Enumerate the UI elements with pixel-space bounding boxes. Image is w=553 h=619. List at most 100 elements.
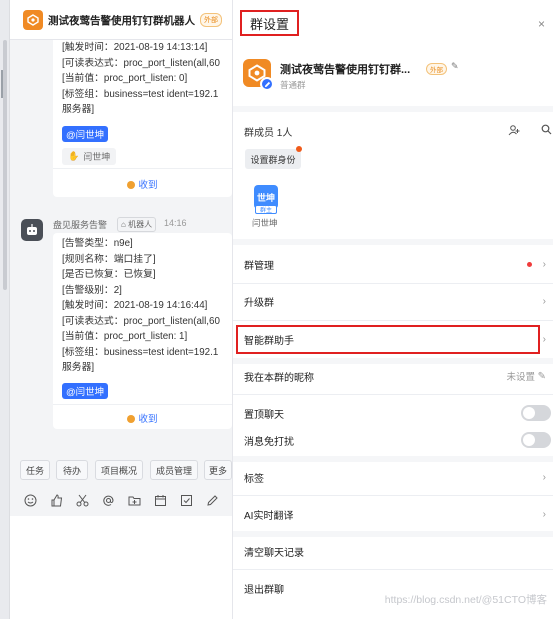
row-label: 我在本群的昵称 — [244, 372, 314, 384]
reaction-user: 闫世坤 — [83, 151, 111, 162]
owner-badge: 群主 — [255, 205, 277, 214]
toolbar-more[interactable]: 更多 — [204, 460, 232, 480]
input-toolbar — [10, 492, 232, 512]
toolbar-task[interactable]: 任务 — [20, 460, 50, 480]
chat-title: 测试夜莺告警使用钉钉群机器人 — [48, 15, 195, 27]
row-label: 置顶聊天 — [244, 409, 284, 421]
close-icon[interactable]: × — [538, 17, 545, 31]
set-role-button[interactable]: 设置群身份 — [245, 149, 301, 169]
section-divider — [233, 239, 553, 245]
row-clear-history[interactable]: 清空聊天记录 — [233, 541, 553, 561]
row-nickname[interactable]: 我在本群的昵称 未设置 ✎ — [233, 366, 553, 386]
notification-dot — [296, 146, 302, 152]
folder-add-icon[interactable] — [126, 492, 142, 508]
panel-title: 群设置 — [249, 16, 289, 32]
hand-icon: ✋ — [68, 150, 80, 161]
mention-chip[interactable]: @闫世坤 — [62, 382, 109, 399]
divider — [233, 394, 553, 395]
mention-chip[interactable]: @闫世坤 — [62, 125, 109, 142]
row-label: AI实时翻译 — [244, 510, 294, 522]
message-input[interactable] — [10, 516, 232, 619]
toggle-knob — [523, 407, 535, 419]
row-group-manage[interactable]: 群管理 › — [233, 254, 553, 274]
calendar-icon[interactable] — [152, 492, 168, 508]
edit-icon[interactable]: ✎ — [451, 61, 459, 72]
received-icon — [127, 415, 136, 423]
assistant-highlight-box — [236, 325, 540, 354]
watermark: https://blog.csdn.net/@51CTO博客 — [384, 594, 547, 606]
message-line: 服务器] — [62, 362, 95, 373]
search-icon[interactable] — [541, 124, 552, 138]
toolbar-members[interactable]: 成员管理 — [150, 460, 198, 480]
group-avatar[interactable] — [23, 10, 43, 30]
pin-toggle[interactable] — [521, 405, 551, 421]
message-line: [触发时间：2021-08-19 14:16:44] — [62, 300, 208, 311]
received-icon — [127, 181, 136, 189]
edit-icon: ✎ — [537, 370, 546, 382]
chat-area: 测试夜莺告警使用钉钉群机器人 外部 [触发时间：2021-08-19 14:13… — [0, 0, 232, 619]
chevron-right-icon: › — [542, 508, 546, 520]
group-settings-panel: 群设置 × 测试夜莺告警使用钉钉群... 外部 ✎ 普通群 群成员 1人 设置群… — [232, 0, 553, 619]
reaction-chip[interactable]: ✋ 闫世坤 — [62, 147, 117, 165]
message-line: [当前值：proc_port_listen: 1] — [62, 331, 188, 342]
message-time: 14:16 — [164, 218, 187, 228]
title-highlight-box: 群设置 — [240, 10, 299, 36]
message-card: [触发时间：2021-08-19 14:13:14] [可读表达式：proc_p… — [53, 40, 232, 197]
message-line: [告警类型：n9e] — [62, 238, 133, 249]
message-line: [规则名称：端口挂了] — [62, 253, 156, 265]
divider — [233, 320, 553, 321]
edit-icon[interactable] — [204, 492, 220, 508]
group-type: 普通群 — [280, 80, 306, 90]
robot-icon: ⌂ — [121, 220, 126, 229]
row-label: 清空聊天记录 — [244, 547, 304, 559]
external-badge: 外部 — [200, 13, 222, 27]
received-status[interactable]: 收到 — [53, 411, 232, 425]
section-divider — [233, 531, 553, 537]
message-text: [告警类型：n9e] [规则名称：端口挂了] [是否已恢复：已恢复] [告警级别… — [53, 233, 232, 376]
row-label: 退出群聊 — [244, 584, 284, 596]
section-divider — [233, 106, 553, 112]
check-square-icon[interactable] — [178, 492, 194, 508]
divider — [53, 404, 232, 405]
section-divider — [233, 456, 553, 462]
chat-header: 测试夜莺告警使用钉钉群机器人 外部 — [10, 0, 232, 40]
row-ai-translate[interactable]: AI实时翻译 › — [233, 504, 553, 524]
member-name: 闫世坤 — [252, 218, 278, 228]
message-line: 服务器] — [62, 104, 95, 115]
message-line: [是否已恢复：已恢复] — [62, 269, 156, 280]
message-line: [当前值：proc_port_listen: 0] — [62, 73, 188, 84]
avatar-edit-icon[interactable] — [260, 77, 274, 91]
toolbar-project[interactable]: 项目概况 — [95, 460, 143, 480]
left-sidebar-edge — [0, 0, 10, 619]
nickname-value: 未设置 — [506, 372, 535, 383]
row-label: 消息免打扰 — [244, 436, 294, 448]
divider — [233, 495, 553, 496]
chevron-right-icon: › — [542, 258, 546, 270]
chevron-right-icon: › — [542, 333, 546, 345]
notification-dot — [527, 261, 532, 267]
sender-name[interactable]: 盘见服务告警 — [53, 218, 107, 231]
bot-avatar[interactable] — [21, 219, 43, 241]
received-status[interactable]: 收到 — [53, 177, 232, 191]
at-icon[interactable] — [100, 492, 116, 508]
bot-tag: ⌂ 机器人 — [117, 217, 157, 232]
thumbs-up-icon[interactable] — [48, 492, 64, 508]
chat-toolbar: 任务 待办 项目概况 成员管理 更多 — [10, 460, 232, 484]
message-line: [告警级别：2] — [62, 284, 122, 296]
chevron-right-icon: › — [542, 295, 546, 307]
toggle-knob — [523, 434, 535, 446]
row-pin-chat: 置顶聊天 — [233, 403, 553, 423]
scissors-icon[interactable] — [74, 492, 90, 508]
members-label: 群成员 1人 — [244, 128, 293, 139]
toolbar-todo[interactable]: 待办 — [56, 460, 88, 480]
message-line: [可读表达式：proc_port_listen(all,60 — [62, 315, 220, 327]
emoji-icon[interactable] — [22, 492, 38, 508]
external-badge: 外部 — [426, 63, 447, 75]
message-card: [告警类型：n9e] [规则名称：端口挂了] [是否已恢复：已恢复] [告警级别… — [53, 233, 232, 429]
row-upgrade[interactable]: 升级群 › — [233, 291, 553, 311]
mute-toggle[interactable] — [521, 432, 551, 448]
row-tags[interactable]: 标签 › — [233, 467, 553, 487]
add-member-icon[interactable] — [508, 124, 520, 139]
row-label: 群管理 — [244, 260, 274, 272]
row-mute: 消息免打扰 — [233, 430, 553, 450]
